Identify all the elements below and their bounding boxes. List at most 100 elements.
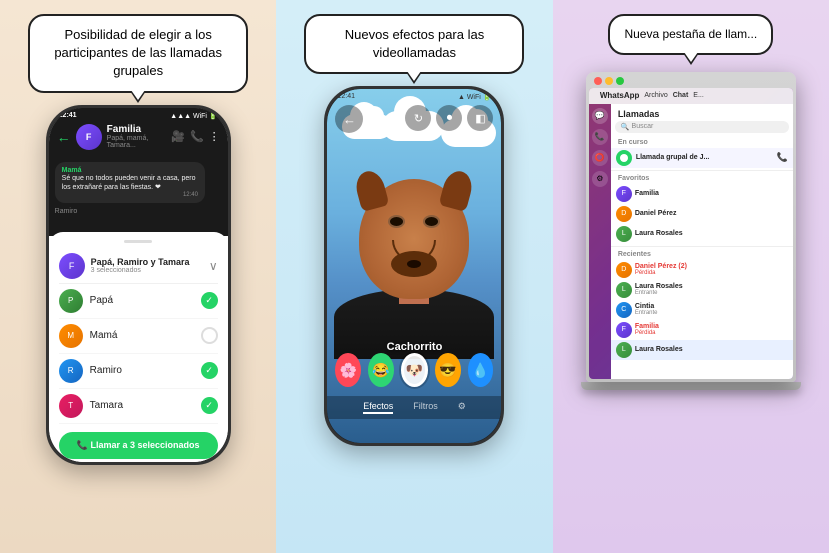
rec-cintia-status: Entrante — [635, 310, 788, 316]
active-call-row[interactable]: Llamada grupal de J... 📞 — [611, 148, 793, 168]
main-container: Posibilidad de elegir a los participante… — [0, 0, 829, 553]
right-eye — [425, 217, 438, 226]
rec-laura2-info: Laura Rosales — [635, 346, 788, 353]
fav-daniel-name: Daniel Pérez — [635, 210, 788, 217]
flip-icon[interactable]: ↻ — [405, 105, 431, 131]
call-3-button[interactable]: 📞 Llamar a 3 seleccionados — [59, 432, 218, 459]
mac-search-bar[interactable]: 🔍 Buscar — [615, 121, 789, 133]
mac-base — [581, 382, 801, 390]
sidebar-icon-chat[interactable]: 💬 — [592, 108, 608, 124]
sidebar-icon-circle[interactable]: ⭕ — [592, 150, 608, 166]
fav-familia-name: Familia — [635, 190, 788, 197]
rec-cintia[interactable]: C Cintia Entrante — [611, 300, 793, 320]
active-call-dot — [616, 150, 632, 166]
rec-laura-name: Laura Rosales — [635, 283, 788, 290]
phone2-screen: 12:41 ▲ WiFi 🔋 ← ↻ ⏺ ◧ — [327, 89, 501, 443]
filter-icon[interactable]: ◧ — [467, 105, 493, 131]
fav-laura[interactable]: L Laura Rosales — [611, 224, 793, 244]
message-time: 12:40 — [62, 192, 198, 198]
panel-2: Nuevos efectos para las videollamadas — [276, 0, 552, 553]
group-selected: 3 seleccionados — [91, 267, 203, 274]
papa-avatar: P — [59, 289, 83, 313]
close-dot[interactable] — [594, 77, 602, 85]
menu-icon[interactable]: ⋮ — [209, 130, 220, 143]
call-modal: F Papá, Ramiro y Tamara 3 seleccionados … — [49, 232, 228, 462]
maximize-dot[interactable] — [616, 77, 624, 85]
mama-name: Mamá — [90, 330, 201, 341]
rec-familia-status: Pérdida — [635, 330, 788, 336]
tab-filters[interactable]: Filtros — [413, 401, 438, 414]
mac-e[interactable]: E... — [693, 92, 704, 99]
divider-2 — [611, 246, 793, 247]
mac-traffic-lights — [594, 77, 624, 85]
rec-daniel-avatar: D — [616, 262, 632, 278]
modal-group-row: F Papá, Ramiro y Tamara 3 seleccionados … — [59, 249, 218, 284]
effect-btn-active[interactable]: 🐶 — [401, 353, 428, 387]
left-eye — [390, 217, 403, 226]
panel3-bubble-text: Nueva pestaña de llam... — [624, 27, 757, 41]
back-icon[interactable]: ← — [57, 129, 71, 145]
rec-familia-avatar: F — [616, 322, 632, 338]
fav-daniel[interactable]: D Daniel Pérez — [611, 204, 793, 224]
active-call-info: Llamada grupal de J... — [636, 154, 773, 161]
panel3-bubble: Nueva pestaña de llam... — [608, 14, 773, 55]
sender-mama: Mamá — [62, 167, 198, 174]
message-text: Sé que no todos pueden venir a casa, per… — [62, 174, 198, 192]
familia-avatar: F — [76, 124, 102, 150]
tab-effects[interactable]: Efectos — [363, 401, 393, 414]
effect-btn-1[interactable]: 🌸 — [335, 353, 361, 387]
fav-daniel-avatar: D — [616, 206, 632, 222]
sidebar-icon-phone[interactable]: 📞 — [592, 129, 608, 145]
chat-name: Familia — [107, 124, 167, 135]
ramiro-name: Ramiro — [90, 365, 201, 376]
settings-icon[interactable]: ⚙ — [458, 401, 466, 414]
rec-familia-name: Familia — [635, 323, 788, 330]
participant-papa[interactable]: P Papá ✓ — [59, 284, 218, 319]
active-call-phone-icon: 📞 — [777, 152, 788, 163]
panel2-bubble-text: Nuevos efectos para las videollamadas — [345, 27, 484, 60]
video-icon[interactable]: 🎥 — [171, 130, 185, 143]
participant-mama[interactable]: M Mamá — [59, 319, 218, 354]
mac-chat[interactable]: Chat — [673, 92, 689, 99]
favoritos-label: Favoritos — [611, 173, 793, 184]
video-top-icons: ↻ ⏺ ◧ — [405, 105, 493, 131]
panel-3: Nueva pestaña de llam... WhatsApp Archiv… — [553, 0, 829, 553]
effect-btn-4[interactable]: 💧 — [468, 353, 494, 387]
rec-cintia-avatar: C — [616, 302, 632, 318]
rec-laura2[interactable]: L Laura Rosales — [611, 340, 793, 360]
rec-daniel[interactable]: D Daniel Pérez (2) Pérdida — [611, 260, 793, 280]
mama-avatar: M — [59, 324, 83, 348]
participant-tamara[interactable]: T Tamara ✓ — [59, 389, 218, 424]
fav-familia-avatar: F — [616, 186, 632, 202]
phone1-time: 12:41 — [59, 112, 77, 120]
group-name: Papá, Ramiro y Tamara — [91, 257, 203, 267]
rec-familia-info: Familia Pérdida — [635, 323, 788, 336]
rec-daniel-name: Daniel Pérez (2) — [635, 263, 788, 270]
rec-laura[interactable]: L Laura Rosales Entrante — [611, 280, 793, 300]
divider-1 — [611, 170, 793, 171]
effect-btn-2[interactable]: 😂 — [368, 353, 394, 387]
rec-familia[interactable]: F Familia Pérdida — [611, 320, 793, 340]
rec-cintia-name: Cintia — [635, 303, 788, 310]
phone2-status-bar: 12:41 ▲ WiFi 🔋 — [327, 93, 501, 101]
rec-daniel-status: Pérdida — [635, 270, 788, 276]
mac-content-area: 💬 📞 ⭕ ⚙ Llamadas 🔍 Buscar — [589, 104, 793, 379]
ramiro-avatar: R — [59, 359, 83, 383]
record-icon[interactable]: ⏺ — [436, 105, 462, 131]
fav-familia[interactable]: F Familia — [611, 184, 793, 204]
mac-archivo[interactable]: Archivo — [644, 92, 667, 99]
phone-icon[interactable]: 📞 — [190, 130, 204, 143]
mac-frame: WhatsApp Archivo Chat E... 💬 📞 ⭕ ⚙ — [586, 72, 796, 382]
minimize-dot[interactable] — [605, 77, 613, 85]
active-call-name: Llamada grupal de J... — [636, 154, 773, 161]
effect-btn-3[interactable]: 😎 — [435, 353, 461, 387]
participant-ramiro[interactable]: R Ramiro ✓ — [59, 354, 218, 389]
rec-cintia-info: Cintia Entrante — [635, 303, 788, 316]
tamara-avatar: T — [59, 394, 83, 418]
mac-whatsapp: WhatsApp — [600, 91, 640, 100]
chat-header-info: Familia Papá, mamá, Tamara... — [107, 124, 167, 149]
rec-laura-avatar: L — [616, 282, 632, 298]
phone1-screen: 12:41 ▲▲▲ WiFi 🔋 ← F Familia Papá, mamá,… — [49, 108, 228, 462]
panel2-bubble: Nuevos efectos para las videollamadas — [304, 14, 524, 74]
sidebar-icon-settings[interactable]: ⚙ — [592, 171, 608, 187]
